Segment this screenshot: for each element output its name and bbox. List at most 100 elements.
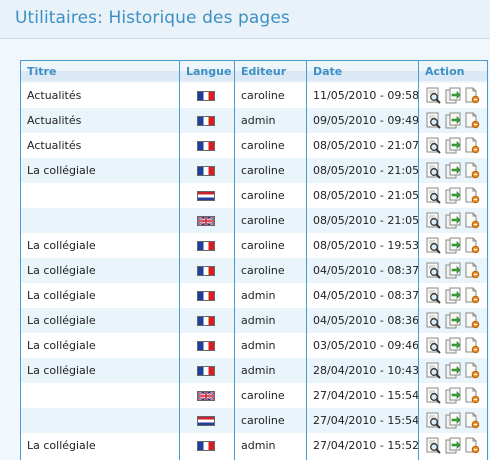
preview-magnifier-icon[interactable] [426, 87, 442, 104]
row-editor: caroline [241, 389, 285, 402]
row-editor: admin [241, 289, 276, 302]
restore-page-icon[interactable] [445, 387, 461, 404]
delete-page-icon[interactable] [464, 412, 480, 429]
row-actions [426, 337, 486, 355]
french-flag-icon [197, 291, 215, 301]
french-flag-icon [197, 266, 215, 276]
row-date: 08/05/2010 - 21:07 [313, 139, 420, 152]
row-date: 08/05/2010 - 21:05 [313, 164, 420, 177]
preview-magnifier-icon[interactable] [426, 387, 442, 404]
restore-page-icon[interactable] [445, 362, 461, 379]
row-date: 27/04/2010 - 15:54 [313, 389, 420, 402]
restore-page-icon[interactable] [445, 87, 461, 104]
row-actions [426, 437, 486, 455]
restore-page-icon[interactable] [445, 212, 461, 229]
row-actions [426, 87, 486, 105]
french-flag-icon [197, 116, 215, 126]
row-title: La collégiale [27, 339, 96, 352]
row-actions [426, 187, 486, 205]
row-editor: admin [241, 439, 276, 452]
row-editor: caroline [241, 239, 285, 252]
row-date: 04/05/2010 - 08:37 [313, 264, 420, 277]
row-title: La collégiale [27, 364, 96, 377]
row-actions [426, 237, 486, 255]
preview-magnifier-icon[interactable] [426, 312, 442, 329]
restore-page-icon[interactable] [445, 337, 461, 354]
restore-page-icon[interactable] [445, 137, 461, 154]
column-divider [418, 61, 419, 460]
column-header-titre[interactable]: Titre [27, 65, 56, 78]
restore-page-icon[interactable] [445, 237, 461, 254]
french-flag-icon [197, 91, 215, 101]
preview-magnifier-icon[interactable] [426, 362, 442, 379]
delete-page-icon[interactable] [464, 287, 480, 304]
restore-page-icon[interactable] [445, 262, 461, 279]
french-flag-icon [197, 166, 215, 176]
column-header-date[interactable]: Date [313, 65, 342, 78]
row-editor: caroline [241, 164, 285, 177]
row-editor: caroline [241, 214, 285, 227]
row-editor: caroline [241, 139, 285, 152]
delete-page-icon[interactable] [464, 162, 480, 179]
column-header-editeur[interactable]: Editeur [241, 65, 286, 78]
preview-magnifier-icon[interactable] [426, 212, 442, 229]
row-title: La collégiale [27, 264, 96, 277]
restore-page-icon[interactable] [445, 187, 461, 204]
delete-page-icon[interactable] [464, 312, 480, 329]
dutch-flag-icon [197, 191, 215, 201]
restore-page-icon[interactable] [445, 162, 461, 179]
page-header: Utilitaires: Historique des pages [0, 0, 490, 39]
row-title: La collégiale [27, 239, 96, 252]
dutch-flag-icon [197, 416, 215, 426]
delete-page-icon[interactable] [464, 237, 480, 254]
row-editor: admin [241, 364, 276, 377]
row-title: Actualités [27, 139, 82, 152]
preview-magnifier-icon[interactable] [426, 237, 442, 254]
delete-page-icon[interactable] [464, 337, 480, 354]
preview-magnifier-icon[interactable] [426, 112, 442, 129]
preview-magnifier-icon[interactable] [426, 337, 442, 354]
uk-flag-icon [197, 216, 215, 226]
restore-page-icon[interactable] [445, 312, 461, 329]
column-divider [306, 61, 307, 460]
uk-flag-icon [197, 391, 215, 401]
preview-magnifier-icon[interactable] [426, 137, 442, 154]
french-flag-icon [197, 316, 215, 326]
preview-magnifier-icon[interactable] [426, 187, 442, 204]
delete-page-icon[interactable] [464, 112, 480, 129]
delete-page-icon[interactable] [464, 212, 480, 229]
restore-page-icon[interactable] [445, 287, 461, 304]
row-actions [426, 137, 486, 155]
restore-page-icon[interactable] [445, 112, 461, 129]
column-divider [179, 61, 180, 460]
delete-page-icon[interactable] [464, 187, 480, 204]
row-date: 27/04/2010 - 15:54 [313, 414, 420, 427]
delete-page-icon[interactable] [464, 387, 480, 404]
french-flag-icon [197, 441, 215, 451]
delete-page-icon[interactable] [464, 137, 480, 154]
french-flag-icon [197, 366, 215, 376]
row-actions [426, 262, 486, 280]
delete-page-icon[interactable] [464, 362, 480, 379]
preview-magnifier-icon[interactable] [426, 287, 442, 304]
delete-page-icon[interactable] [464, 437, 480, 454]
preview-magnifier-icon[interactable] [426, 262, 442, 279]
row-title: La collégiale [27, 289, 96, 302]
row-editor: admin [241, 114, 276, 127]
row-actions [426, 362, 486, 380]
column-header-action: Action [425, 65, 465, 78]
restore-page-icon[interactable] [445, 437, 461, 454]
row-date: 04/05/2010 - 08:37 [313, 289, 420, 302]
row-editor: caroline [241, 189, 285, 202]
row-date: 08/05/2010 - 21:05 [313, 214, 420, 227]
history-table: Titre Langue Editeur Date Action Actuali… [20, 60, 488, 460]
preview-magnifier-icon[interactable] [426, 437, 442, 454]
preview-magnifier-icon[interactable] [426, 412, 442, 429]
row-actions [426, 112, 486, 130]
column-header-langue[interactable]: Langue [186, 65, 231, 78]
delete-page-icon[interactable] [464, 87, 480, 104]
preview-magnifier-icon[interactable] [426, 162, 442, 179]
restore-page-icon[interactable] [445, 412, 461, 429]
delete-page-icon[interactable] [464, 262, 480, 279]
row-editor: caroline [241, 89, 285, 102]
